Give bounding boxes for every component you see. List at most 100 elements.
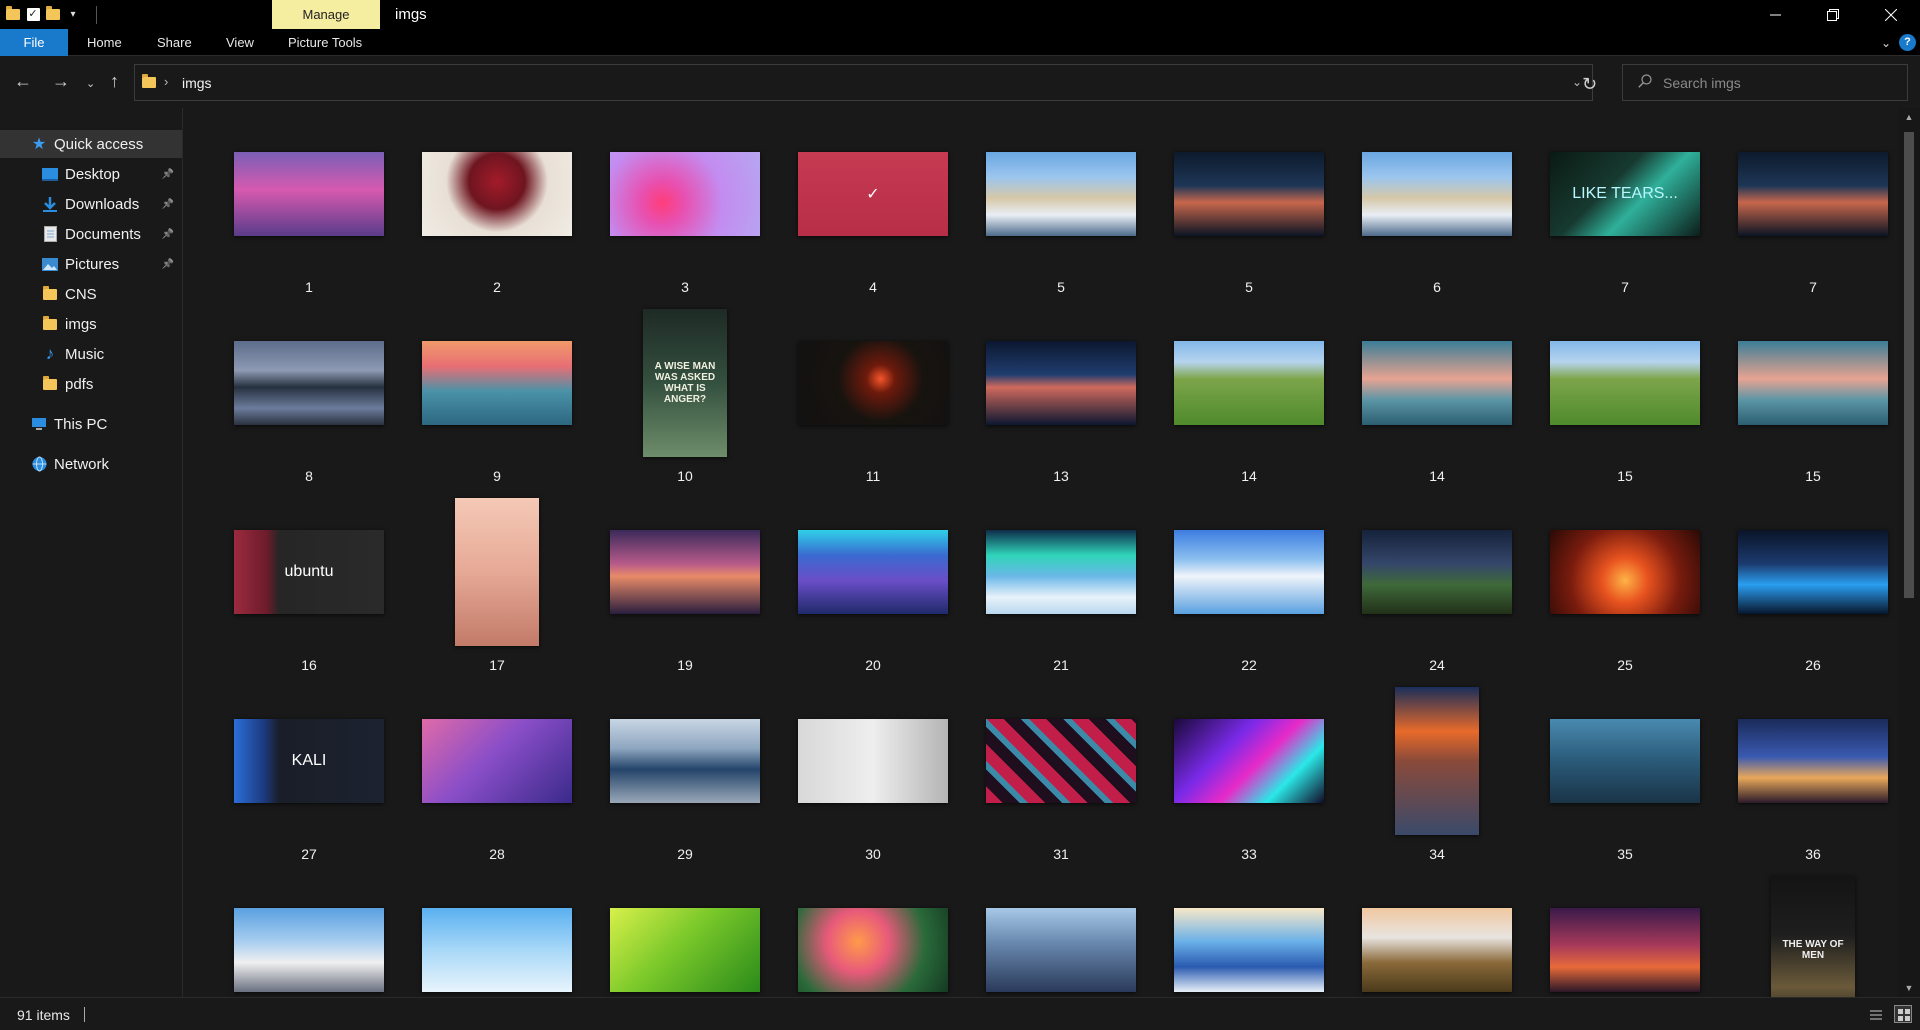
search-input[interactable] <box>1663 72 1899 94</box>
details-view-button[interactable] <box>1866 1005 1884 1023</box>
search-box[interactable] <box>1622 64 1908 101</box>
image-thumbnail[interactable] <box>1395 687 1479 835</box>
tab-home[interactable]: Home <box>87 29 122 56</box>
image-thumbnail[interactable]: LIKE TEARS... <box>1550 152 1700 236</box>
image-thumbnail[interactable]: ubuntu <box>234 530 384 614</box>
file-item[interactable]: 37 <box>215 868 403 997</box>
sidebar-item-pictures[interactable]: Pictures 📌 <box>0 250 182 278</box>
file-item[interactable]: 1 <box>215 112 403 301</box>
sidebar-item-documents[interactable]: Documents 📌 <box>0 220 182 248</box>
image-thumbnail[interactable] <box>455 498 539 646</box>
image-thumbnail[interactable] <box>1738 341 1888 425</box>
file-item[interactable]: 20 <box>779 490 967 679</box>
file-item[interactable]: 6 <box>1343 112 1531 301</box>
sidebar-item-quick-access[interactable]: ★ Quick access <box>0 130 182 158</box>
file-item[interactable]: 38 <box>403 868 591 997</box>
pin-icon[interactable]: 📌 <box>162 199 174 210</box>
tab-picture-tools[interactable]: Picture Tools <box>288 29 362 56</box>
image-thumbnail[interactable] <box>1174 152 1324 236</box>
image-thumbnail[interactable] <box>1174 530 1324 614</box>
file-item[interactable]: 15 <box>1719 301 1898 490</box>
forward-arrow-icon[interactable]: → <box>52 71 70 91</box>
file-item[interactable]: 24 <box>1343 490 1531 679</box>
image-thumbnail[interactable] <box>986 530 1136 614</box>
file-item[interactable]: 43 <box>1343 868 1531 997</box>
file-item[interactable]: A WISE MAN WAS ASKED WHAT IS ANGER? 10 <box>591 301 779 490</box>
breadcrumb-chevron-icon[interactable]: › <box>164 74 168 89</box>
image-thumbnail[interactable] <box>234 908 384 992</box>
breadcrumb-imgs[interactable]: imgs <box>182 75 212 91</box>
file-item[interactable]: 35 <box>1531 679 1719 868</box>
image-thumbnail[interactable] <box>234 152 384 236</box>
image-thumbnail[interactable] <box>1362 341 1512 425</box>
image-thumbnail[interactable] <box>1738 152 1888 236</box>
image-thumbnail[interactable] <box>1550 719 1700 803</box>
image-thumbnail[interactable] <box>1362 152 1512 236</box>
sidebar-item-desktop[interactable]: Desktop 📌 <box>0 160 182 188</box>
image-thumbnail[interactable] <box>1174 341 1324 425</box>
file-item[interactable]: 11 <box>779 301 967 490</box>
image-thumbnail[interactable] <box>986 341 1136 425</box>
properties-icon[interactable]: ✓ <box>24 6 42 24</box>
file-item[interactable]: 40 <box>779 868 967 997</box>
pin-icon[interactable]: 📌 <box>162 259 174 270</box>
image-thumbnail[interactable] <box>798 719 948 803</box>
image-thumbnail[interactable] <box>422 719 572 803</box>
minimize-button[interactable] <box>1746 0 1804 29</box>
image-thumbnail[interactable] <box>798 908 948 992</box>
file-item[interactable]: 42 <box>1155 868 1343 997</box>
new-folder-icon[interactable] <box>44 6 62 24</box>
image-thumbnail[interactable] <box>422 152 572 236</box>
image-thumbnail[interactable] <box>422 341 572 425</box>
file-item[interactable]: ✓ 4 <box>779 112 967 301</box>
file-item[interactable]: 34 <box>1343 679 1531 868</box>
file-item[interactable]: 14 <box>1343 301 1531 490</box>
file-item[interactable]: 26 <box>1719 490 1898 679</box>
file-item[interactable]: KALI 27 <box>215 679 403 868</box>
image-thumbnail[interactable] <box>610 908 760 992</box>
recent-locations-icon[interactable]: ⌄ <box>86 74 95 94</box>
file-item[interactable]: 22 <box>1155 490 1343 679</box>
tab-view[interactable]: View <box>226 29 254 56</box>
file-item[interactable]: 14 <box>1155 301 1343 490</box>
file-item[interactable]: 31 <box>967 679 1155 868</box>
file-item[interactable]: 17 <box>403 490 591 679</box>
expand-ribbon-icon[interactable]: ⌄ <box>1881 36 1891 50</box>
image-thumbnail[interactable] <box>798 341 948 425</box>
file-item[interactable]: 7 <box>1719 112 1898 301</box>
image-thumbnail[interactable] <box>1362 530 1512 614</box>
image-thumbnail[interactable] <box>610 530 760 614</box>
address-dropdown-icon[interactable]: ⌄ <box>1572 75 1582 89</box>
back-arrow-icon[interactable]: ← <box>14 71 32 91</box>
scroll-up-icon[interactable]: ▲ <box>1898 112 1920 122</box>
sidebar-item-this-pc[interactable]: This PC <box>0 410 182 438</box>
tab-share[interactable]: Share <box>157 29 192 56</box>
large-icons-view-button[interactable] <box>1894 1005 1912 1023</box>
scroll-down-icon[interactable]: ▼ <box>1898 983 1920 993</box>
image-thumbnail[interactable] <box>422 908 572 992</box>
file-item[interactable]: 29 <box>591 679 779 868</box>
vertical-scrollbar[interactable]: ▲ ▼ <box>1898 108 1920 997</box>
file-item[interactable]: 13 <box>967 301 1155 490</box>
image-thumbnail[interactable] <box>1362 908 1512 992</box>
file-item[interactable]: 8 <box>215 301 403 490</box>
file-item[interactable]: 41 <box>967 868 1155 997</box>
image-thumbnail[interactable]: ✓ <box>798 152 948 236</box>
file-item[interactable]: ubuntu 16 <box>215 490 403 679</box>
image-thumbnail[interactable] <box>610 152 760 236</box>
sidebar-item-pdfs[interactable]: pdfs <box>0 370 182 398</box>
image-thumbnail[interactable]: A WISE MAN WAS ASKED WHAT IS ANGER? <box>643 309 727 457</box>
image-thumbnail[interactable] <box>798 530 948 614</box>
file-item[interactable]: 9 <box>403 301 591 490</box>
image-thumbnail[interactable] <box>986 719 1136 803</box>
pin-icon[interactable]: 📌 <box>162 229 174 240</box>
refresh-icon[interactable]: ↻ <box>1582 74 1597 95</box>
file-item[interactable]: 3 <box>591 112 779 301</box>
file-item[interactable]: 36 <box>1719 679 1898 868</box>
sidebar-item-downloads[interactable]: Downloads 📌 <box>0 190 182 218</box>
image-thumbnail[interactable] <box>1174 719 1324 803</box>
file-item[interactable]: 28 <box>403 679 591 868</box>
close-button[interactable] <box>1862 0 1920 29</box>
up-arrow-icon[interactable]: ↑ <box>110 71 119 91</box>
image-thumbnail[interactable] <box>1174 908 1324 992</box>
